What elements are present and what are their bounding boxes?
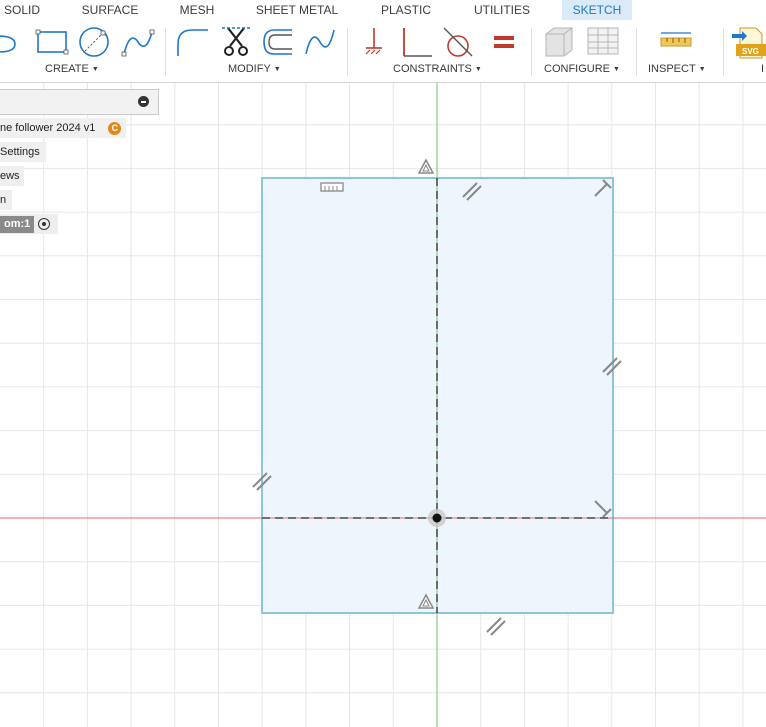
equal-constraint-icon[interactable]: [486, 24, 522, 60]
modify-label: MODIFY: [228, 63, 271, 75]
tangent-constraint-icon[interactable]: [440, 24, 476, 60]
offset-tool-icon[interactable]: [260, 24, 296, 60]
document-status-badge: C: [108, 121, 122, 135]
configure-label: CONFIGURE: [544, 63, 610, 75]
tab-mesh[interactable]: MESH: [174, 0, 220, 20]
radio-target-icon[interactable]: [38, 218, 50, 230]
sketch-canvas[interactable]: ne follower 2024 v1 C Settings ews n om:1: [0, 83, 766, 727]
browser-item-partial[interactable]: n: [0, 190, 12, 210]
divider: [165, 28, 166, 76]
origin-point-center: [432, 513, 442, 523]
chevron-down-icon: ▼: [273, 66, 281, 73]
inspect-menu[interactable]: INSPECT ▼: [648, 62, 706, 76]
divider: [636, 28, 637, 76]
configure-cube-icon[interactable]: [540, 24, 576, 60]
constraints-menu[interactable]: CONSTRAINTS ▼: [393, 62, 482, 76]
document-name: ne follower 2024 v1: [0, 122, 96, 134]
origin-tag: om:1: [0, 216, 35, 233]
chevron-down-icon: ▼: [698, 66, 706, 73]
insert-svg-text: SVG: [742, 47, 759, 56]
fillet-tool-icon[interactable]: [174, 24, 210, 60]
settings-label: Settings: [0, 146, 40, 158]
configure-menu[interactable]: CONFIGURE ▼: [544, 62, 620, 76]
browser-item-document[interactable]: ne follower 2024 v1 C: [0, 118, 126, 138]
arc-tool-icon[interactable]: [0, 24, 20, 60]
tab-solid[interactable]: SOLID: [0, 0, 44, 20]
spline-tool-icon[interactable]: [120, 24, 156, 60]
tab-sketch[interactable]: SKETCH: [562, 0, 632, 20]
midpoint-constraint-icon[interactable]: [417, 158, 435, 174]
coincident-constraint-icon[interactable]: [356, 24, 392, 60]
perpendicular-constraint-icon[interactable]: [398, 24, 434, 60]
tab-sheet-metal[interactable]: SHEET METAL: [254, 0, 340, 20]
constraints-label: CONSTRAINTS: [393, 63, 472, 75]
horizontal-constraint-icon[interactable]: [320, 182, 344, 192]
tab-utilities[interactable]: UTILITIES: [470, 0, 534, 20]
measure-icon[interactable]: [658, 24, 694, 60]
inspect-label: INSPECT: [648, 63, 696, 75]
circle-tool-icon[interactable]: [76, 24, 112, 60]
modify-menu[interactable]: MODIFY ▼: [228, 62, 281, 76]
ribbon-toolbar: SOLID SURFACE MESH SHEET METAL PLASTIC U…: [0, 0, 766, 83]
browser-header[interactable]: [0, 89, 159, 115]
configure-table-icon[interactable]: [586, 24, 622, 60]
create-menu[interactable]: CREATE ▼: [45, 62, 99, 76]
divider: [531, 28, 532, 76]
rectangle-tool-icon[interactable]: [34, 24, 70, 60]
insert-menu-partial[interactable]: I: [761, 62, 764, 76]
divider: [347, 28, 348, 76]
browser-item-views[interactable]: ews: [0, 166, 24, 186]
create-label: CREATE: [45, 63, 89, 75]
chevron-down-icon: ▼: [613, 66, 620, 73]
canvas-graphics: [0, 83, 766, 727]
collapse-icon[interactable]: [138, 96, 149, 107]
sketch-curve-tool-icon[interactable]: [302, 24, 338, 60]
tab-surface[interactable]: SURFACE: [78, 0, 142, 20]
trim-tool-icon[interactable]: [218, 24, 254, 60]
tab-plastic[interactable]: PLASTIC: [377, 0, 435, 20]
browser-item-settings[interactable]: Settings: [0, 142, 46, 162]
insert-svg-icon[interactable]: SVG: [730, 24, 766, 60]
chevron-down-icon: ▼: [91, 66, 99, 73]
views-label: ews: [0, 170, 20, 182]
browser-item-origin[interactable]: om:1: [0, 214, 58, 234]
parallel-constraint-icon[interactable]: [486, 617, 506, 636]
divider: [723, 28, 724, 76]
chevron-down-icon: ▼: [474, 66, 482, 73]
partial-item-label: n: [0, 194, 7, 206]
